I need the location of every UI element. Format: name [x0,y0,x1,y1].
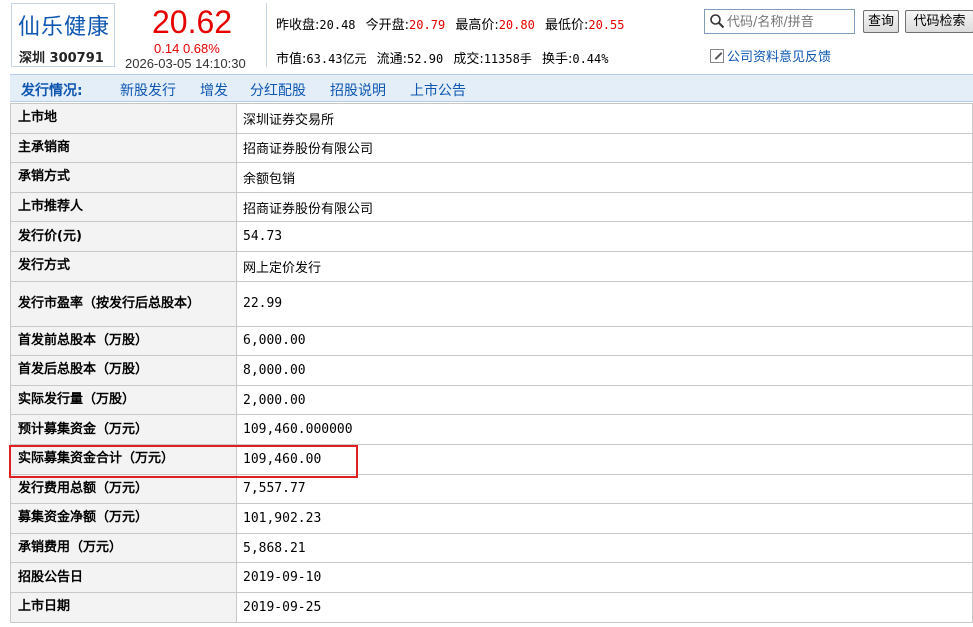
quote-time: 2026-03-05 14:10:30 [125,56,246,71]
tab-dividend-rights[interactable]: 分红配股 [250,80,306,100]
mkt-cap-value: 63.43亿元 [306,52,367,66]
row-label: 招股公告日 [10,562,237,593]
edit-icon [710,49,724,63]
table-row: 预计募集资金（万元） 109,460.000000 [10,414,973,445]
quote-panel: 昨收盘:20.48 今开盘:20.79 最高价:20.80 最低价:20.55 … [266,3,973,67]
row-value: 2,000.00 [236,384,973,416]
table-row: 发行价(元) 54.73 [10,221,973,252]
price-panel: 20.62 0.14 0.68% 2026-03-05 14:10:30 [118,3,266,71]
table-row: 发行市盈率（按发行后总股本） 22.99 [10,280,973,327]
prev-close-value: 20.48 [319,18,356,32]
float-value: 52.90 [407,52,444,66]
search-input[interactable] [727,13,851,31]
high-value: 20.80 [498,18,535,32]
row-label: 首发后总股本（万股） [10,355,237,386]
tab-additional-issue[interactable]: 增发 [200,80,228,100]
turnover-value: 0.44% [572,52,609,66]
table-row: 首发前总股本（万股） 6,000.00 [10,325,973,357]
prev-close-label: 昨收盘: [276,18,320,33]
row-label: 首发前总股本（万股） [10,325,237,357]
row-label: 承销方式 [10,162,237,193]
volume-value: 11358手 [483,52,532,66]
turnover-label: 换手: [541,52,573,67]
price-change: 0.14 0.68% [154,41,220,56]
row-value: 8,000.00 [236,355,973,386]
row-label: 主承销商 [10,132,237,164]
open-value: 20.79 [409,18,446,32]
volume-label: 成交: [453,52,484,67]
row-value: 22.99 [236,280,973,327]
table-row: 发行费用总额（万元） 7,557.77 [10,473,973,505]
row-label: 实际发行量（万股） [10,384,237,416]
open-label: 今开盘: [365,18,410,33]
table-row: 主承销商 招商证券股份有限公司 [10,132,973,164]
search-box [704,9,855,34]
row-value: 6,000.00 [236,325,973,357]
high-label: 最高价: [455,18,499,33]
tab-listing-announcement[interactable]: 上市公告 [410,80,466,100]
feedback-link[interactable]: 公司资料意见反馈 [710,46,831,65]
stock-header: 仙乐健康 深圳 300791 20.62 0.14 0.68% 2026-03-… [0,0,973,71]
row-value: 招商证券股份有限公司 [236,132,973,164]
row-value: 109,460.00 [236,443,973,475]
table-row: 实际发行量（万股） 2,000.00 [10,384,973,416]
row-label: 承销费用（万元） [10,532,237,564]
row-label: 发行市盈率（按发行后总股本） [10,280,237,327]
row-value: 5,868.21 [236,532,973,564]
row-value: 2019-09-25 [236,591,973,623]
table-row: 募集资金净额（万元） 101,902.23 [10,503,973,534]
float-label: 流通: [376,52,408,67]
table-row: 发行方式 网上定价发行 [10,250,973,282]
row-label: 发行方式 [10,250,237,282]
row-label: 上市地 [10,103,237,134]
tab-prospectus[interactable]: 招股说明 [330,80,386,100]
row-label: 预计募集资金（万元） [10,414,237,445]
row-value: 109,460.000000 [236,414,973,445]
change-percent: 0.68% [182,41,220,56]
low-label: 最低价: [544,18,589,33]
row-value: 2019-09-10 [236,562,973,593]
market-name: 深圳 [19,51,46,66]
table-row: 实际募集资金合计（万元） 109,460.00 [10,443,973,475]
search-icon [710,14,725,29]
stock-code-label: 深圳 300791 [19,47,104,66]
stock-code: 300791 [49,51,104,66]
row-value: 招商证券股份有限公司 [236,191,973,223]
row-value: 54.73 [236,221,973,252]
row-value: 网上定价发行 [236,250,973,282]
table-row: 首发后总股本（万股） 8,000.00 [10,355,973,386]
row-label: 上市日期 [10,591,237,623]
row-label: 上市推荐人 [10,191,237,223]
feedback-link-label: 公司资料意见反馈 [727,50,832,65]
issue-tabs-title: 发行情况: [21,83,83,99]
code-search-button[interactable]: 代码检索 [905,10,973,33]
table-row: 上市地 深圳证券交易所 [10,103,973,134]
mkt-cap-label: 市值: [276,52,307,67]
change-amount: 0.14 [154,41,180,56]
tab-new-issue[interactable]: 新股发行 [120,80,176,100]
row-label: 实际募集资金合计（万元） [10,443,237,475]
current-price: 20.62 [152,4,233,40]
issue-info-table: 上市地 深圳证券交易所 主承销商 招商证券股份有限公司 承销方式 余额包销 上市推荐人… [10,103,973,623]
row-value: 余额包销 [236,162,973,193]
table-row: 承销方式 余额包销 [10,162,973,193]
table-row: 承销费用（万元） 5,868.21 [10,532,973,564]
row-value: 深圳证券交易所 [236,103,973,134]
row-value: 7,557.77 [236,473,973,505]
row-value: 101,902.23 [236,503,973,534]
row-label: 发行费用总额（万元） [10,473,237,505]
table-row: 招股公告日 2019-09-10 [10,562,973,593]
quote-row-prices: 昨收盘:20.48 今开盘:20.79 最高价:20.80 最低价:20.55 [276,14,630,33]
issue-tab-bar: 发行情况: 新股发行 增发 分红配股 招股说明 上市公告 [10,74,973,102]
stock-name: 仙乐健康 [18,15,111,40]
quote-row-stats: 市值:63.43亿元 流通:52.90 成交:11358手 换手:0.44% [276,48,614,67]
table-row: 上市日期 2019-09-25 [10,591,973,623]
query-button[interactable]: 查询 [863,10,899,33]
low-value: 20.55 [588,18,625,32]
table-row: 上市推荐人 招商证券股份有限公司 [10,191,973,223]
row-label: 募集资金净额（万元） [10,503,237,534]
stock-identity: 仙乐健康 深圳 300791 [11,3,115,67]
row-label: 发行价(元) [10,221,237,252]
